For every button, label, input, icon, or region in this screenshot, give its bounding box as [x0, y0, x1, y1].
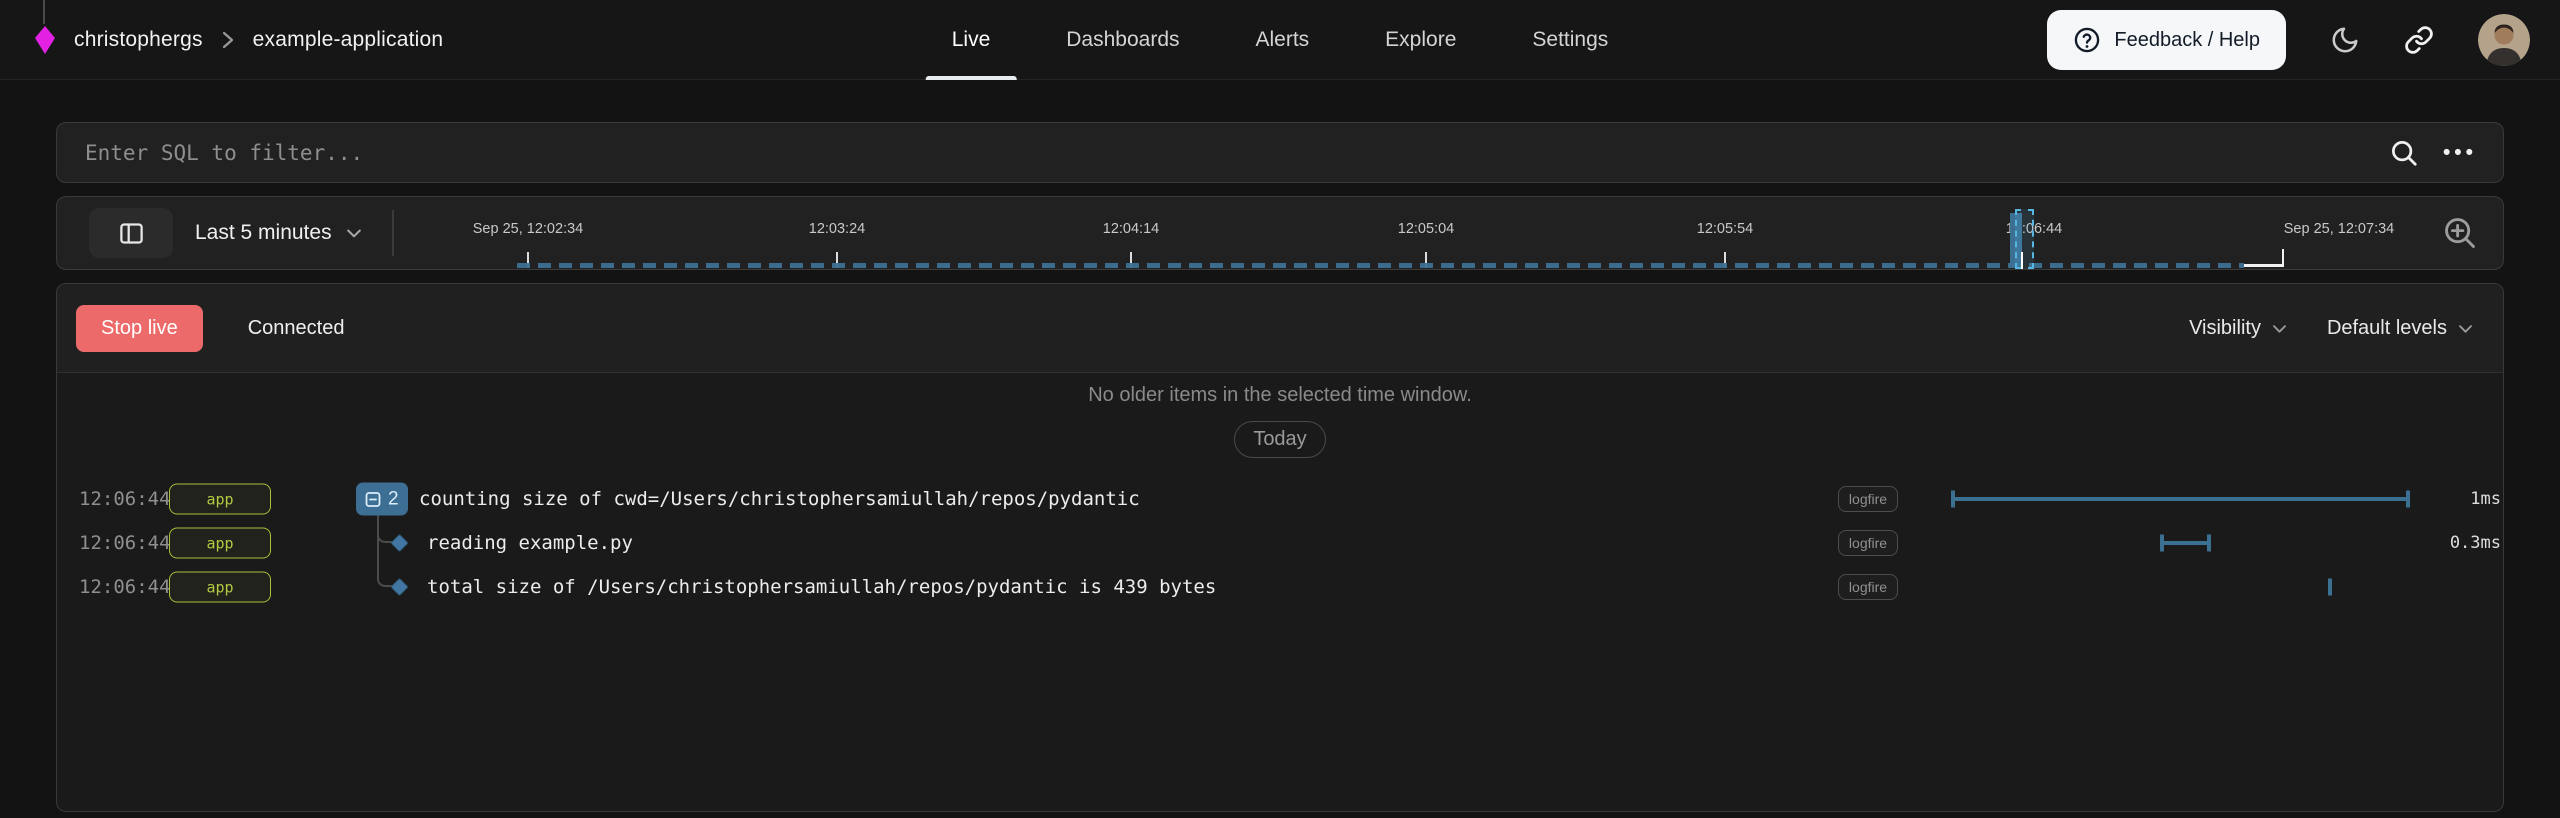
sql-filter-bar: •••	[56, 122, 2504, 183]
sidebar-toggle-button[interactable]	[89, 208, 173, 258]
collapse-minus-icon	[365, 491, 381, 507]
panel-left-icon	[118, 220, 145, 247]
timeline-tick-label: 12:04:14	[1103, 221, 1159, 237]
timeline-tick-label: Sep 25, 12:02:34	[473, 221, 583, 237]
live-view-panel: Stop live Connected Visibility Default l…	[56, 283, 2504, 812]
breadcrumb-project[interactable]: example-application	[253, 28, 444, 52]
log-timestamp: 12:06:44	[79, 532, 171, 554]
default-levels-dropdown[interactable]: Default levels	[2327, 317, 2475, 340]
active-tab-indicator	[926, 76, 1017, 80]
user-avatar[interactable]	[2478, 14, 2530, 66]
visibility-label: Visibility	[2189, 317, 2261, 340]
log-row[interactable]: 12:06:44 app 2 counting size of cwd=/Use…	[57, 477, 2503, 521]
tab-alerts-label: Alerts	[1255, 28, 1309, 52]
log-message: counting size of cwd=/Users/christophers…	[419, 488, 1140, 510]
timeline-current-tick	[2021, 252, 2023, 269]
help-circle-icon	[2073, 26, 2101, 54]
theme-toggle-button[interactable]	[2330, 25, 2360, 55]
timeline-minimap[interactable]: Sep 25, 12:02:34 12:03:24 12:04:14 12:05…	[451, 197, 2413, 269]
span-duration: 1ms	[2411, 489, 2501, 509]
main-nav: Live Dashboards Alerts Explore Settings	[952, 0, 1609, 80]
time-range-bar: Last 5 minutes Sep 25, 12:02:34 12:03:24…	[56, 196, 2504, 270]
timeline-end-tick	[2282, 249, 2284, 267]
logo-pointer-line	[43, 0, 45, 24]
sql-filter-input[interactable]	[85, 141, 2389, 165]
timeline-tick-label: Sep 25, 12:07:34	[2284, 221, 2394, 237]
filter-actions: •••	[2389, 138, 2477, 168]
tab-explore[interactable]: Explore	[1385, 0, 1456, 80]
tab-alerts[interactable]: Alerts	[1255, 0, 1309, 80]
tab-settings[interactable]: Settings	[1532, 0, 1608, 80]
timeline-tick-label: 12:05:54	[1697, 221, 1753, 237]
share-link-button[interactable]	[2404, 25, 2434, 55]
more-options-icon[interactable]: •••	[2443, 141, 2477, 165]
chevron-down-icon	[344, 223, 364, 243]
search-icon[interactable]	[2389, 138, 2419, 168]
chevron-down-icon	[2270, 319, 2289, 338]
zoom-in-button[interactable]	[2441, 214, 2479, 252]
avatar-photo	[2478, 14, 2530, 66]
timeline-end-segment	[2244, 264, 2284, 267]
log-message: total size of /Users/christophersamiulla…	[427, 576, 1216, 598]
collapse-children-button[interactable]: 2	[356, 483, 408, 516]
today-chip[interactable]: Today	[1234, 421, 1325, 458]
top-nav: christophergs example-application Live D…	[0, 0, 2560, 80]
log-row[interactable]: 12:06:44 app reading example.py logfire …	[57, 521, 2503, 565]
log-message: reading example.py	[427, 532, 633, 554]
default-levels-label: Default levels	[2327, 317, 2447, 340]
visibility-dropdown[interactable]: Visibility	[2189, 317, 2289, 340]
live-bar-dropdowns: Visibility Default levels	[2189, 317, 2475, 340]
tab-dashboards-label: Dashboards	[1066, 28, 1179, 52]
log-point-tick	[2328, 579, 2332, 596]
span-bar-cap	[2207, 535, 2211, 552]
tab-settings-label: Settings	[1532, 28, 1608, 52]
logfire-tag-badge: logfire	[1838, 574, 1898, 600]
span-duration-track	[1941, 565, 2421, 609]
log-rows: 12:06:44 app 2 counting size of cwd=/Use…	[57, 477, 2503, 609]
scope-badge: app	[169, 572, 271, 603]
breadcrumb-org[interactable]: christophergs	[74, 28, 203, 52]
timeline-tick-label: 12:03:24	[809, 221, 865, 237]
moon-icon	[2330, 25, 2360, 55]
child-count: 2	[388, 488, 399, 510]
tab-explore-label: Explore	[1385, 28, 1456, 52]
feedback-help-label: Feedback / Help	[2114, 29, 2260, 52]
log-row[interactable]: 12:06:44 app total size of /Users/christ…	[57, 565, 2503, 609]
breadcrumb-separator-icon	[221, 30, 235, 50]
logfire-logo-icon[interactable]	[34, 26, 56, 54]
time-range-select[interactable]: Last 5 minutes	[195, 221, 364, 245]
logfire-tag-badge: logfire	[1838, 486, 1898, 512]
span-duration-track	[1941, 477, 2421, 521]
timeline-activity-dashes	[517, 263, 2244, 268]
connection-status: Connected	[248, 317, 345, 340]
logfire-tag-badge: logfire	[1838, 530, 1898, 556]
divider	[392, 210, 394, 256]
feedback-help-button[interactable]: Feedback / Help	[2047, 10, 2286, 70]
stop-live-button[interactable]: Stop live	[76, 305, 203, 352]
span-bar-cap	[2406, 491, 2410, 508]
zoom-in-icon	[2441, 214, 2479, 252]
timeline-selection-box[interactable]	[2015, 209, 2034, 269]
span-duration: 0.3ms	[2411, 533, 2501, 553]
top-nav-actions: Feedback / Help	[2047, 0, 2530, 80]
scope-badge: app	[169, 484, 271, 515]
link-icon	[2404, 25, 2434, 55]
empty-window-notice: No older items in the selected time wind…	[57, 384, 2503, 407]
tab-live-label: Live	[952, 28, 991, 52]
span-diamond-icon	[390, 578, 408, 596]
breadcrumb: christophergs example-application	[34, 26, 443, 54]
span-bar	[1951, 497, 2408, 501]
span-duration-track	[1941, 521, 2421, 565]
scope-badge: app	[169, 528, 271, 559]
live-controls-bar: Stop live Connected Visibility Default l…	[57, 284, 2503, 373]
log-timestamp: 12:06:44	[79, 576, 171, 598]
tab-dashboards[interactable]: Dashboards	[1066, 0, 1179, 80]
tab-live[interactable]: Live	[952, 0, 991, 80]
log-timestamp: 12:06:44	[79, 488, 171, 510]
span-diamond-icon	[390, 534, 408, 552]
span-bar	[2160, 541, 2209, 545]
time-range-label: Last 5 minutes	[195, 221, 332, 245]
timeline-tick-label: 12:05:04	[1398, 221, 1454, 237]
chevron-down-icon	[2456, 319, 2475, 338]
